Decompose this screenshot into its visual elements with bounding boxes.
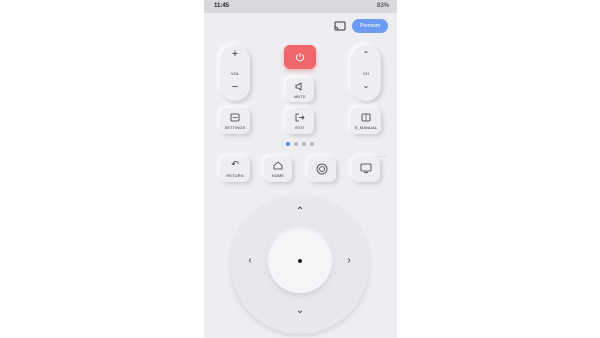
arrow-down-icon: ⌄ bbox=[295, 305, 305, 316]
power-icon bbox=[296, 53, 304, 62]
status-bar: 11:45 83% bbox=[204, 0, 397, 13]
channel-down-button[interactable]: ⌄ bbox=[351, 81, 381, 90]
page-dot[interactable] bbox=[310, 142, 314, 146]
return-button[interactable]: ↶ RETURN bbox=[220, 157, 250, 182]
volume-label: VOL bbox=[230, 71, 240, 76]
channel-up-button[interactable]: ⌃ bbox=[351, 50, 381, 59]
page-dot[interactable] bbox=[286, 142, 290, 146]
plus-icon: + bbox=[231, 48, 239, 60]
speaker-icon bbox=[295, 82, 302, 91]
settings-label: SETTINGS bbox=[224, 125, 246, 130]
dpad-left-button[interactable]: ‹ bbox=[243, 254, 257, 268]
ok-dot-icon bbox=[298, 259, 302, 263]
premium-button[interactable]: Premium bbox=[352, 19, 388, 33]
arrow-right-icon: › bbox=[347, 255, 351, 266]
chevron-down-icon: ⌄ bbox=[362, 81, 370, 90]
exit-label: EXIT bbox=[295, 125, 305, 130]
battery-level: 83% bbox=[376, 3, 389, 9]
settings-icon bbox=[230, 113, 240, 122]
return-label: RETURN bbox=[226, 173, 244, 178]
minus-icon: − bbox=[231, 81, 239, 93]
emanual-button[interactable]: E_MANUAL bbox=[351, 108, 381, 134]
cast-icon[interactable] bbox=[334, 21, 346, 31]
power-button[interactable] bbox=[284, 45, 316, 69]
settings-button[interactable]: SETTINGS bbox=[220, 108, 250, 134]
remote-app: 11:45 83% Premium + VOL − ⌃ CH ⌄ MUTE SE… bbox=[204, 0, 397, 338]
home-icon bbox=[273, 161, 283, 170]
emanual-label: E_MANUAL bbox=[354, 125, 378, 130]
arrow-up-icon: ⌃ bbox=[295, 206, 305, 217]
source-icon bbox=[316, 163, 328, 175]
input-button[interactable] bbox=[352, 157, 380, 182]
input-icon bbox=[360, 163, 372, 173]
manual-icon bbox=[361, 113, 371, 122]
mute-label: MUTE bbox=[294, 94, 306, 99]
source-button[interactable] bbox=[308, 157, 336, 182]
volume-down-button[interactable]: − bbox=[220, 81, 250, 93]
channel-rocker: ⌃ CH ⌄ bbox=[351, 45, 381, 101]
status-time: 11:45 bbox=[214, 3, 230, 9]
volume-up-button[interactable]: + bbox=[220, 48, 250, 60]
mute-button[interactable]: MUTE bbox=[286, 78, 314, 102]
dpad-right-button[interactable]: › bbox=[342, 254, 356, 268]
dpad-up-button[interactable]: ⌃ bbox=[293, 205, 307, 219]
page-dot[interactable] bbox=[302, 142, 306, 146]
channel-label: CH bbox=[363, 71, 369, 76]
volume-rocker: + VOL − bbox=[220, 45, 250, 101]
home-label: HOME bbox=[271, 173, 285, 178]
home-button[interactable]: HOME bbox=[264, 157, 292, 182]
arrow-left-icon: ‹ bbox=[248, 255, 252, 266]
dpad-down-button[interactable]: ⌄ bbox=[293, 304, 307, 318]
ok-button[interactable] bbox=[268, 229, 332, 293]
chevron-up-icon: ⌃ bbox=[362, 50, 370, 59]
exit-icon bbox=[295, 113, 305, 122]
page-dot[interactable] bbox=[294, 142, 298, 146]
exit-button[interactable]: EXIT bbox=[286, 108, 314, 134]
return-icon: ↶ bbox=[231, 159, 239, 169]
